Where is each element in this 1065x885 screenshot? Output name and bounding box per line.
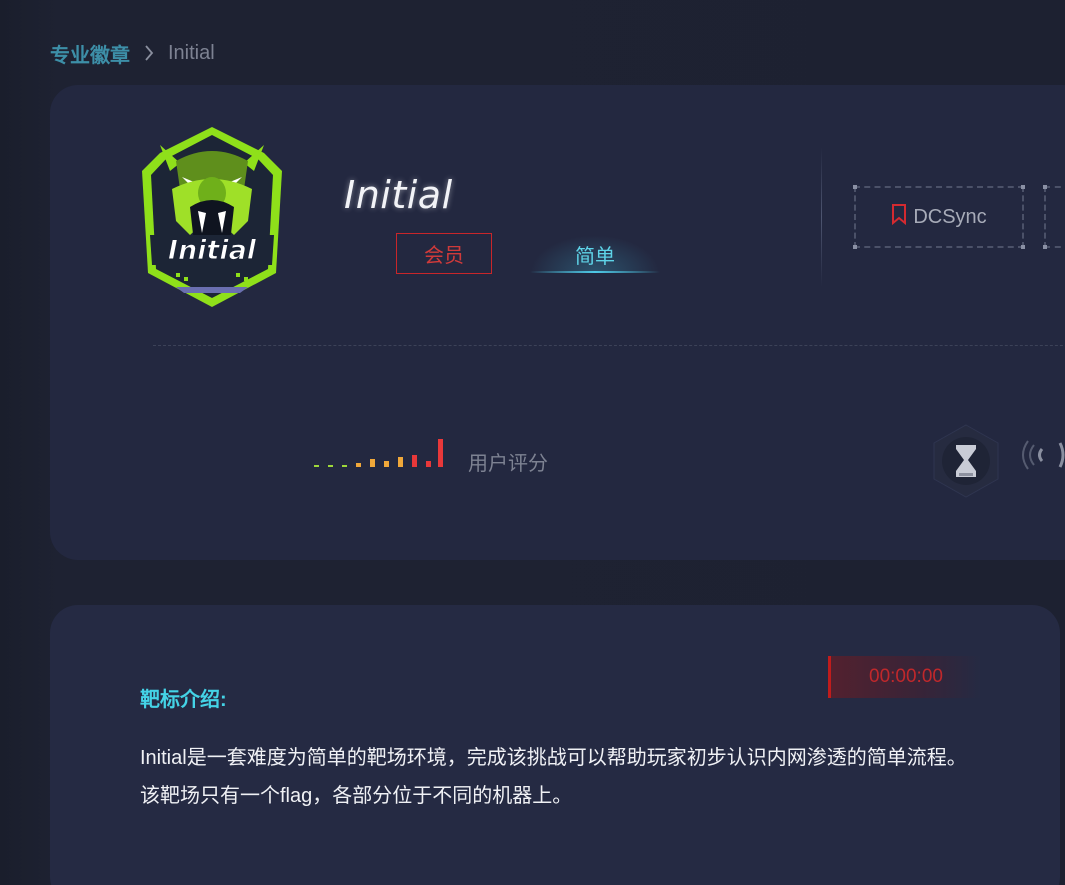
skill-tag-dcsync[interactable]: DCSync: [853, 185, 1025, 249]
svg-text:Initial: Initial: [168, 235, 257, 266]
vertical-divider: [821, 147, 822, 287]
intro-heading: 靶标介绍:: [140, 689, 227, 711]
rating-label: 用户评分: [468, 453, 548, 475]
difficulty-tag: 简单: [530, 235, 660, 273]
lab-title: Initial: [344, 173, 453, 217]
rating-bars: [314, 435, 444, 475]
page: 专业徽章 Initial Initial Initial 会员 简单 DCSyn…: [0, 0, 1065, 885]
member-tag: 会员: [396, 233, 492, 274]
bookmark-icon: [891, 203, 907, 231]
skill-tag-partial[interactable]: [1043, 185, 1065, 249]
breadcrumb-current: Initial: [168, 41, 215, 64]
skill-tag-label: DCSync: [913, 205, 987, 228]
breadcrumb: 专业徽章 Initial: [50, 39, 215, 68]
lab-header-card: Initial Initial 会员 简单 DCSync 用户评分: [50, 85, 1065, 560]
intro-description: Initial是一套难度为简单的靶场环境，完成该挑战可以帮助玩家初步认识内网渗透…: [140, 747, 967, 807]
breadcrumb-parent-link[interactable]: 专业徽章: [50, 39, 130, 68]
hourglass-icon[interactable]: [928, 423, 1004, 499]
timer-display: 00:00:00: [828, 656, 981, 698]
horizontal-divider: [153, 345, 1065, 346]
chevron-right-icon: [144, 45, 154, 61]
lab-intro-card: 靶标介绍: 00:00:00 Initial是一套难度为简单的靶场环境，完成该挑…: [50, 605, 1060, 885]
lab-badge-logo: Initial: [136, 123, 288, 311]
signal-wave-icon: [1016, 437, 1065, 473]
